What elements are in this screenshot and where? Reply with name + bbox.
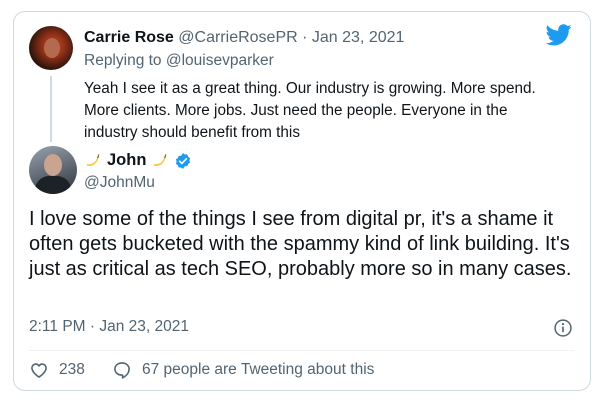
replying-to-line: Replying to @louisevparker bbox=[84, 52, 274, 70]
twitter-bird-icon[interactable] bbox=[546, 24, 572, 46]
tweet-text: I love some of the things I see from dig… bbox=[29, 208, 572, 280]
main-author-row: John bbox=[84, 151, 192, 170]
replying-to-handle[interactable]: @louisevparker bbox=[166, 52, 274, 69]
reply-separator: · bbox=[302, 29, 308, 46]
reply-author-handle[interactable]: @CarrieRosePR bbox=[178, 29, 297, 46]
reply-text: Yeah I see it as a great thing. Our indu… bbox=[84, 80, 536, 141]
banana-icon bbox=[86, 153, 100, 166]
banana-icon bbox=[154, 153, 167, 166]
reply-header: Carrie Rose @CarrieRosePR · Jan 23, 2021 bbox=[84, 29, 404, 47]
like-button[interactable]: 238 bbox=[29, 360, 85, 380]
tweet-timestamp[interactable]: 2:11 PM · Jan 23, 2021 bbox=[29, 318, 189, 336]
reply-date[interactable]: Jan 23, 2021 bbox=[312, 29, 405, 46]
thread-connector-line bbox=[50, 76, 52, 142]
talking-about-text: 67 people are Tweeting about this bbox=[142, 361, 375, 378]
main-author-name[interactable]: John bbox=[107, 151, 146, 170]
main-author-avatar[interactable] bbox=[29, 146, 77, 194]
info-icon[interactable] bbox=[553, 318, 573, 338]
heart-icon bbox=[31, 363, 47, 378]
reply-author-avatar[interactable] bbox=[29, 26, 73, 70]
like-count: 238 bbox=[59, 361, 85, 378]
reply-author-name[interactable]: Carrie Rose bbox=[84, 29, 174, 46]
speech-bubble-icon bbox=[114, 362, 130, 379]
verified-badge-icon bbox=[176, 152, 191, 169]
main-author-handle[interactable]: @JohnMu bbox=[84, 174, 155, 192]
replying-to-prefix: Replying to bbox=[84, 52, 166, 69]
talking-about-link[interactable]: 67 people are Tweeting about this bbox=[112, 360, 374, 380]
actions-divider bbox=[29, 350, 574, 351]
